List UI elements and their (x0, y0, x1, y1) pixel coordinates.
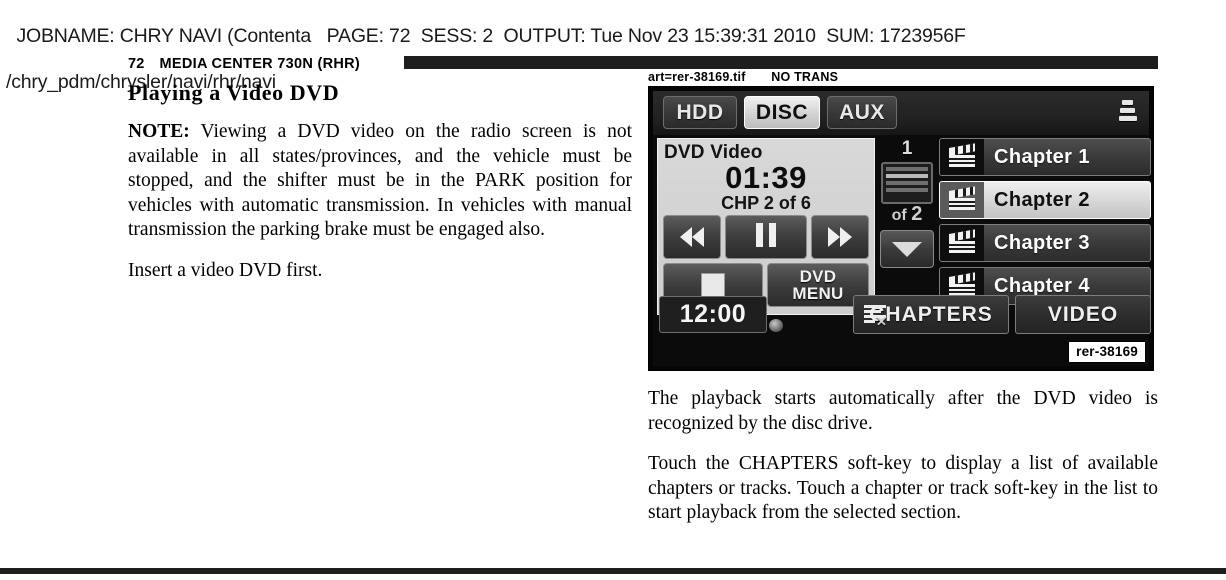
chapter-list-item-3[interactable]: Chapter 3 (939, 224, 1151, 262)
pager-thumb-row-2 (886, 174, 928, 178)
pager-thumb-row-3 (886, 181, 928, 185)
figure-number-badge: rer-38169 (1068, 341, 1146, 363)
pager-of-label: of (891, 207, 907, 224)
pause-button[interactable] (725, 215, 807, 259)
art-tag-line: art=rer-38169.tif NO TRANS (648, 70, 839, 84)
footer-rule (0, 568, 1226, 574)
pause-icon (753, 222, 779, 252)
list-pager: 1 of 2 (877, 138, 937, 315)
dvd-chapter-status: CHP 2 of 6 (721, 193, 811, 213)
video-soft-key[interactable]: VIDEO (1015, 295, 1151, 334)
note-body-text: Viewing a DVD video on the radio screen … (128, 121, 632, 240)
job-header-line1: JOBNAME: CHRY NAVI (Contenta PAGE: 72 SE… (16, 25, 966, 47)
note-lead-label: NOTE: (128, 121, 190, 142)
chapter-list-item-1-label: Chapter 1 (994, 145, 1090, 168)
tab-aux[interactable]: AUX (827, 96, 897, 129)
layers-icon[interactable] (1119, 100, 1137, 126)
insert-dvd-paragraph: Insert a video DVD first. (128, 259, 323, 281)
clapperboard-icon (940, 182, 984, 218)
running-head-page-number: 72 (128, 56, 145, 72)
radio-screen-figure: HDD DISC AUX DVD Video 01:39 CHP 2 of 6 … (648, 86, 1154, 371)
running-head-title: MEDIA CENTER 730N (RHR) (159, 56, 361, 72)
pager-total: of 2 (877, 204, 937, 226)
clapperboard-icon (940, 225, 984, 261)
note-paragraph: NOTE: Viewing a DVD video on the radio s… (128, 120, 632, 243)
soft-key-bar: 12:00 ✕ CHAPTERS VIDEO (653, 293, 1151, 336)
clock-display: 12:00 (659, 296, 767, 333)
source-tab-bar: HDD DISC AUX (653, 91, 1149, 135)
fast-forward-icon (828, 227, 852, 247)
rewind-icon (680, 227, 704, 247)
right-column-body: The playback starts automatically after … (648, 387, 1158, 526)
list-icon: ✕ (864, 304, 888, 328)
fast-forward-button[interactable] (811, 215, 869, 259)
running-head-rule (404, 56, 1158, 69)
tab-disc-label: DISC (755, 100, 809, 124)
clock-time: 12:00 (679, 300, 747, 328)
section-heading: Playing a Video DVD (128, 80, 340, 105)
chapter-list-item-2-label: Chapter 2 (994, 188, 1090, 211)
pager-total-pages: 2 (911, 203, 923, 225)
layers-icon-bar-2 (1120, 108, 1135, 113)
chapter-list-item-2[interactable]: Chapter 2 (939, 181, 1151, 219)
pager-down-button[interactable] (880, 230, 934, 268)
chapter-list-item-1[interactable]: Chapter 1 (939, 138, 1151, 176)
pager-thumb-row-4 (886, 188, 928, 192)
dvd-elapsed-time: 01:39 (725, 160, 807, 195)
clapperboard-icon (940, 139, 984, 175)
chapters-soft-key[interactable]: ✕ CHAPTERS (853, 295, 1009, 334)
pager-thumb-row-1 (886, 167, 928, 171)
pager-current-page: 1 (901, 138, 913, 159)
tab-aux-label: AUX (839, 100, 885, 124)
clock-indicator-dot (769, 319, 783, 332)
dvd-info-panel: DVD Video 01:39 CHP 2 of 6 DVD MENU (657, 138, 875, 315)
layers-icon-bar-1 (1122, 100, 1133, 105)
radio-screen-inner: HDD DISC AUX DVD Video 01:39 CHP 2 of 6 … (653, 91, 1151, 366)
chevron-down-icon (892, 241, 922, 257)
chapters-softkey-paragraph: Touch the CHAPTERS soft-key to display a… (648, 453, 1158, 523)
rewind-button[interactable] (663, 215, 721, 259)
video-soft-key-label: VIDEO (1047, 302, 1119, 326)
playback-paragraph: The playback starts automatically after … (648, 388, 1158, 434)
layers-icon-bar-3 (1119, 116, 1137, 121)
chapter-list-item-3-label: Chapter 3 (994, 231, 1090, 254)
tab-disc[interactable]: DISC (744, 96, 820, 129)
left-text-column: Playing a Video DVD NOTE: Viewing a DVD … (128, 80, 632, 299)
right-text-column: art=rer-38169.tif NO TRANS HDD DISC AUX (648, 70, 1158, 526)
tab-hdd-label: HDD (676, 100, 724, 124)
tab-hdd[interactable]: HDD (663, 96, 737, 129)
pager-thumbnail-icon[interactable] (881, 162, 933, 204)
chapter-list: Chapter 1 Chapter 2 Chapter 3 Chapter 4 (939, 138, 1151, 315)
